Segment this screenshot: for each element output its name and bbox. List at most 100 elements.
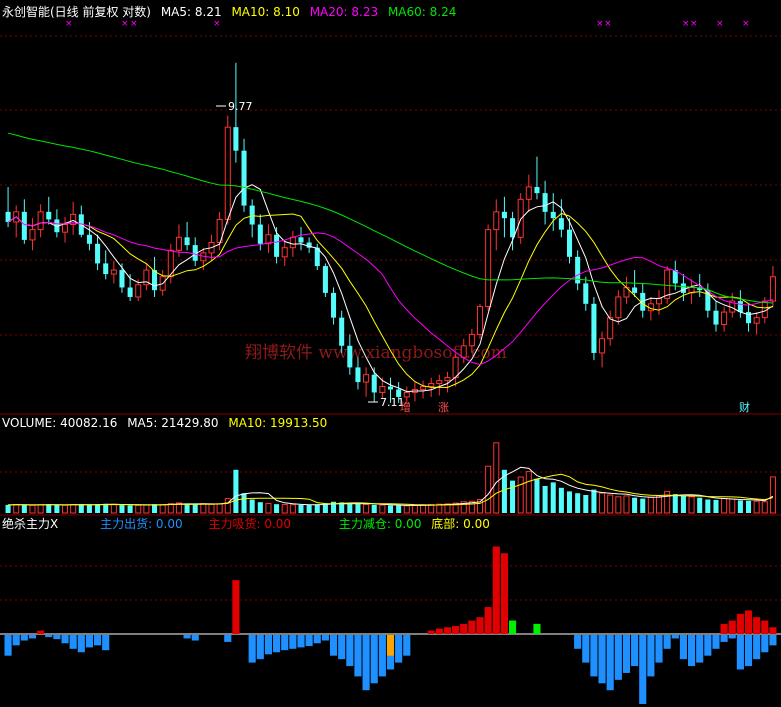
candle-body-down — [241, 150, 247, 206]
x-marker: × — [690, 19, 698, 29]
x-marker: × — [716, 19, 724, 29]
volume-bar-down — [274, 504, 280, 513]
indicator-bar-out — [305, 635, 313, 647]
indicator-bar-out — [224, 635, 232, 642]
candle-body-down — [501, 211, 507, 219]
volume-bar-up — [688, 496, 695, 514]
volume-bar-up — [110, 503, 117, 514]
volume-bars[interactable] — [5, 442, 776, 514]
volume-bar-down — [46, 504, 52, 513]
volume-bar-up — [607, 494, 614, 514]
volume-bar-down — [640, 498, 646, 513]
volume-bar-up — [769, 476, 776, 514]
event-marker-zhang: 涨 — [438, 401, 449, 414]
candle-body-down — [249, 205, 255, 225]
candle-body-down — [322, 266, 328, 293]
volume-bar-down — [152, 504, 158, 513]
volume-bar-down — [387, 505, 394, 513]
top-x-markers: × × × × × × × × × × — [65, 19, 750, 29]
indicator-bar-absorb — [427, 630, 435, 634]
indicator-bar-out — [395, 635, 403, 663]
indicator-bar-absorb — [761, 620, 769, 634]
volume-bar-up — [143, 504, 150, 514]
candle-body-down — [298, 237, 304, 243]
event-marker-cai: 财 — [739, 400, 750, 414]
volume-readout: VOLUME: 40082.16 — [2, 416, 118, 430]
volume-bar-down — [257, 502, 263, 513]
indicator-bar-out — [183, 635, 191, 639]
volume-bar-down — [249, 499, 255, 513]
x-marker: × — [742, 19, 750, 29]
volume-bar-up — [37, 504, 44, 514]
volume-bar-down — [566, 491, 573, 513]
volume-bar-up — [436, 503, 443, 514]
chart-canvas[interactable]: 翔博软件 www.xiangbosoft.com 9.77 7.11 增 涨 财… — [0, 0, 781, 704]
candle-body-down — [339, 317, 345, 346]
indicator-bar-reduce — [533, 623, 541, 634]
candle-body-down — [233, 127, 239, 151]
indicator-bars[interactable] — [4, 546, 777, 704]
indicator-bar-absorb — [468, 620, 476, 634]
indicator-bar-absorb — [484, 607, 492, 634]
indicator-bar-out — [256, 635, 264, 660]
volume-bar-down — [713, 499, 719, 513]
candle-body-down — [103, 263, 109, 275]
volume-bar-up — [200, 503, 207, 514]
stock-chart-window[interactable]: 翔博软件 www.xiangbosoft.com 9.77 7.11 增 涨 财… — [0, 0, 781, 704]
indicator-bar-absorb — [769, 627, 777, 634]
indicator-bar-out — [12, 635, 20, 646]
volume-bar-up — [281, 503, 288, 514]
indicator-bar-absorb — [728, 620, 736, 634]
volume-bar-up — [70, 504, 77, 514]
volume-bar-down — [21, 505, 27, 513]
candle-body-up — [436, 380, 443, 385]
volume-bar-up — [13, 503, 20, 514]
indicator-bar-out — [606, 635, 614, 691]
volume-bar-up — [411, 504, 418, 514]
volume-bar-up — [517, 476, 524, 514]
indicator-bar-out — [354, 635, 362, 677]
volume-bar-down — [5, 504, 11, 513]
volume-bar-up — [159, 504, 166, 514]
indicator-bar-out — [622, 635, 631, 673]
high-price-label: 9.77 — [228, 100, 253, 113]
indicator-bar-out — [378, 635, 386, 677]
candle-body-down — [534, 186, 540, 194]
indicator-bar-out — [264, 635, 273, 655]
candle-body-down — [95, 243, 101, 264]
indicator-bar-out — [313, 635, 321, 644]
indicator-bar-out — [370, 635, 378, 684]
volume-bar-up — [599, 492, 606, 514]
indicator-bar-out — [663, 635, 671, 649]
volume-bar-up — [420, 504, 427, 514]
indicator-bar-out — [61, 635, 69, 644]
indicator-bar-out — [403, 635, 411, 656]
candle-body-down — [371, 374, 377, 393]
volume-bar-down — [314, 504, 320, 513]
volume-bar-up — [62, 504, 69, 514]
candle-body-up — [444, 377, 451, 382]
volume-bar-down — [119, 505, 125, 513]
indicator-bar-out — [655, 635, 663, 663]
volume-bar-down — [575, 493, 581, 513]
x-marker: × — [596, 19, 604, 29]
indicator-bar-out — [273, 635, 281, 653]
volume-bar-up — [761, 501, 768, 514]
indicator-bar-out — [281, 635, 289, 651]
volume-bar-down — [745, 500, 752, 513]
volume-bar-down — [672, 494, 678, 513]
candle-body-down — [119, 270, 125, 288]
volume-bar-down — [396, 505, 402, 513]
indicator-bar-out — [696, 635, 704, 663]
indicator-bar-out — [362, 635, 370, 691]
volume-bar-down — [95, 504, 101, 513]
candle-body-down — [558, 218, 564, 230]
candle-body-down — [127, 287, 133, 297]
indicator-bar-out — [248, 635, 256, 663]
candle-body-up — [721, 311, 728, 326]
indicator-name: 绝杀主力X — [2, 517, 59, 531]
volume-bar-up — [428, 504, 435, 514]
volume-panel-header: VOLUME: 40082.16 MA5: 21429.80 MA10: 199… — [2, 416, 333, 430]
volume-bar-up — [265, 503, 272, 514]
indicator-bar-out — [614, 635, 622, 680]
